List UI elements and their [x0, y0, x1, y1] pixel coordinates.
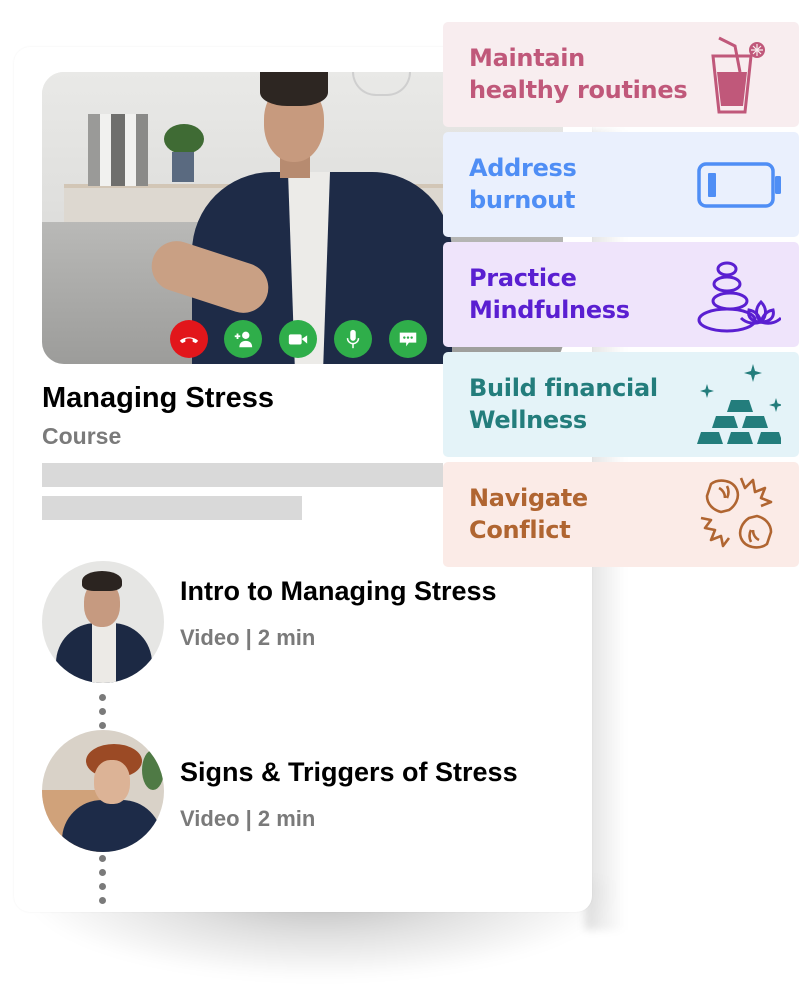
chat-button[interactable] — [389, 320, 427, 358]
thumbnail-plant — [142, 750, 164, 790]
phone-hangup-icon — [179, 337, 199, 344]
topic-label: Address burnout — [469, 152, 709, 216]
timeline-dot — [99, 694, 106, 701]
topic-label-line: Mindfulness — [469, 296, 630, 324]
timeline-dot — [99, 897, 106, 904]
add-participant-button[interactable] — [224, 320, 262, 358]
camera-button[interactable] — [279, 320, 317, 358]
topic-label-line: Wellness — [469, 406, 587, 434]
video-camera-icon — [288, 334, 308, 345]
timeline-dot — [99, 708, 106, 715]
topic-label-line: Practice — [469, 264, 577, 292]
timeline-dot — [99, 869, 106, 876]
topic-card-financial-wellness[interactable]: Build financial Wellness — [443, 352, 799, 457]
description-placeholder-line — [42, 496, 302, 520]
topic-label: Build financial Wellness — [469, 372, 709, 436]
course-type-label: Course — [42, 423, 122, 449]
lesson-title[interactable]: Signs & Triggers of Stress — [180, 757, 518, 788]
low-battery-icon — [697, 144, 781, 224]
chat-bubble-icon — [399, 332, 417, 347]
topic-label-line: healthy routines — [469, 76, 688, 104]
lesson-meta: Video | 2 min — [180, 806, 316, 831]
topic-card-healthy-routines[interactable]: Maintain healthy routines — [443, 22, 799, 127]
topic-card-conflict[interactable]: Navigate Conflict — [443, 462, 799, 567]
presenter-hair — [260, 72, 328, 106]
thumbnail-face — [94, 760, 130, 804]
course-title: Managing Stress — [42, 382, 275, 414]
microphone-icon — [346, 329, 360, 349]
video-background-plant — [164, 124, 204, 154]
lesson-title[interactable]: Intro to Managing Stress — [180, 576, 497, 607]
topic-label-line: Navigate — [469, 484, 588, 512]
video-background-pot — [172, 152, 194, 182]
topic-card-mindfulness[interactable]: Practice Mindfulness — [443, 242, 799, 347]
stacked-stones-lotus-icon — [697, 254, 783, 334]
microphone-button[interactable] — [334, 320, 372, 358]
topic-label-line: Build financial — [469, 374, 658, 402]
topic-label-line: Maintain — [469, 44, 585, 72]
thumbnail-hair — [82, 571, 122, 591]
topic-label-line: Conflict — [469, 516, 571, 544]
lesson-meta: Video | 2 min — [180, 625, 316, 650]
topic-label: Navigate Conflict — [469, 482, 709, 546]
thumbnail-shirt — [92, 623, 116, 683]
topic-label: Practice Mindfulness — [469, 262, 709, 326]
description-placeholder-line — [42, 463, 443, 487]
lesson-thumbnail[interactable] — [42, 561, 164, 683]
topic-label: Maintain healthy routines — [469, 42, 709, 106]
timeline-dot — [99, 722, 106, 729]
add-person-icon — [234, 331, 253, 348]
drink-glass-icon — [697, 34, 781, 114]
topic-label-line: Address — [469, 154, 577, 182]
topic-label-line: burnout — [469, 186, 576, 214]
timeline-dot — [99, 883, 106, 890]
clashing-fists-icon — [697, 474, 781, 554]
thumbnail-jacket — [62, 800, 162, 852]
video-background-books — [88, 114, 148, 186]
gold-bars-icon — [697, 364, 783, 444]
end-call-button[interactable] — [170, 320, 208, 358]
topic-card-burnout[interactable]: Address burnout — [443, 132, 799, 237]
lesson-thumbnail[interactable] — [42, 730, 164, 852]
timeline-dot — [99, 855, 106, 862]
